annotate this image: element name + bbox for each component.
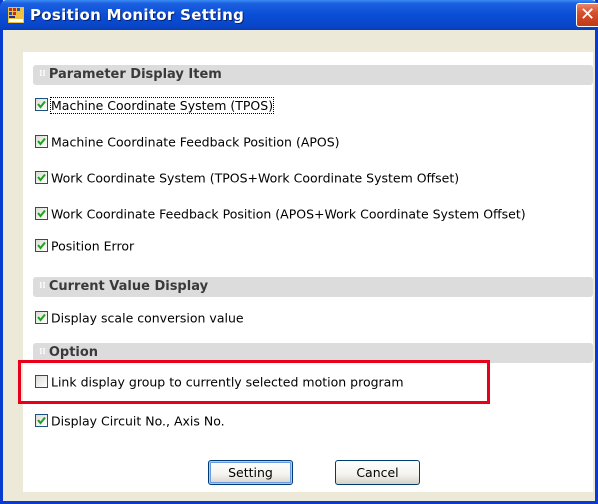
checkbox-label: Work Coordinate Feedback Position (APOS+… [51,206,526,222]
grip-icon: ⁞⁞ [39,69,46,79]
checkbox-checked-icon [35,239,48,252]
section-header-current: ⁞⁞ Current Value Display [33,277,593,297]
checkbox-scale-conversion[interactable]: Display scale conversion value [35,310,244,328]
checkbox-work-feedback[interactable]: Work Coordinate Feedback Position (APOS+… [35,206,526,224]
cancel-button[interactable]: Cancel [335,460,420,485]
checkbox-apos[interactable]: Machine Coordinate Feedback Position (AP… [35,134,340,152]
checkbox-checked-icon [35,311,48,324]
app-grid-icon [8,7,24,23]
checkbox-work-coordinate[interactable]: Work Coordinate System (TPOS+Work Coordi… [35,170,459,188]
checkbox-tpos[interactable]: Machine Coordinate System (TPOS) [35,96,275,115]
settings-panel: ⁞⁞ Parameter Display Item Machine Coordin… [23,52,593,492]
grip-icon: ⁞⁞ [39,281,46,291]
checkbox-position-error[interactable]: Position Error [35,238,134,256]
checkbox-label: Position Error [51,238,135,254]
close-icon[interactable]: ✕ [576,3,598,27]
checkbox-label: Work Coordinate System (TPOS+Work Coordi… [51,170,460,186]
checkbox-label: Machine Coordinate System (TPOS) [49,96,275,114]
checkbox-label: Machine Coordinate Feedback Position (AP… [51,134,340,150]
checkbox-label: Display Circuit No., Axis No. [51,413,225,429]
checkbox-checked-icon [35,414,48,427]
checkbox-circuit-axis[interactable]: Display Circuit No., Axis No. [35,413,225,431]
title-bar[interactable]: Position Monitor Setting ✕ [0,0,598,30]
red-highlight-box [18,360,490,404]
window-title: Position Monitor Setting [30,6,245,24]
checkbox-checked-icon [35,135,48,148]
grip-icon: ⁞⁞ [39,347,46,357]
section-header-parameter: ⁞⁞ Parameter Display Item [33,65,593,85]
checkbox-label: Display scale conversion value [51,310,244,326]
checkbox-checked-icon [35,207,48,220]
checkbox-checked-icon [35,98,48,111]
setting-button[interactable]: Setting [208,460,293,485]
dialog-window: Position Monitor Setting ✕ ⁞⁞ Parameter D… [0,0,598,504]
checkbox-checked-icon [35,171,48,184]
